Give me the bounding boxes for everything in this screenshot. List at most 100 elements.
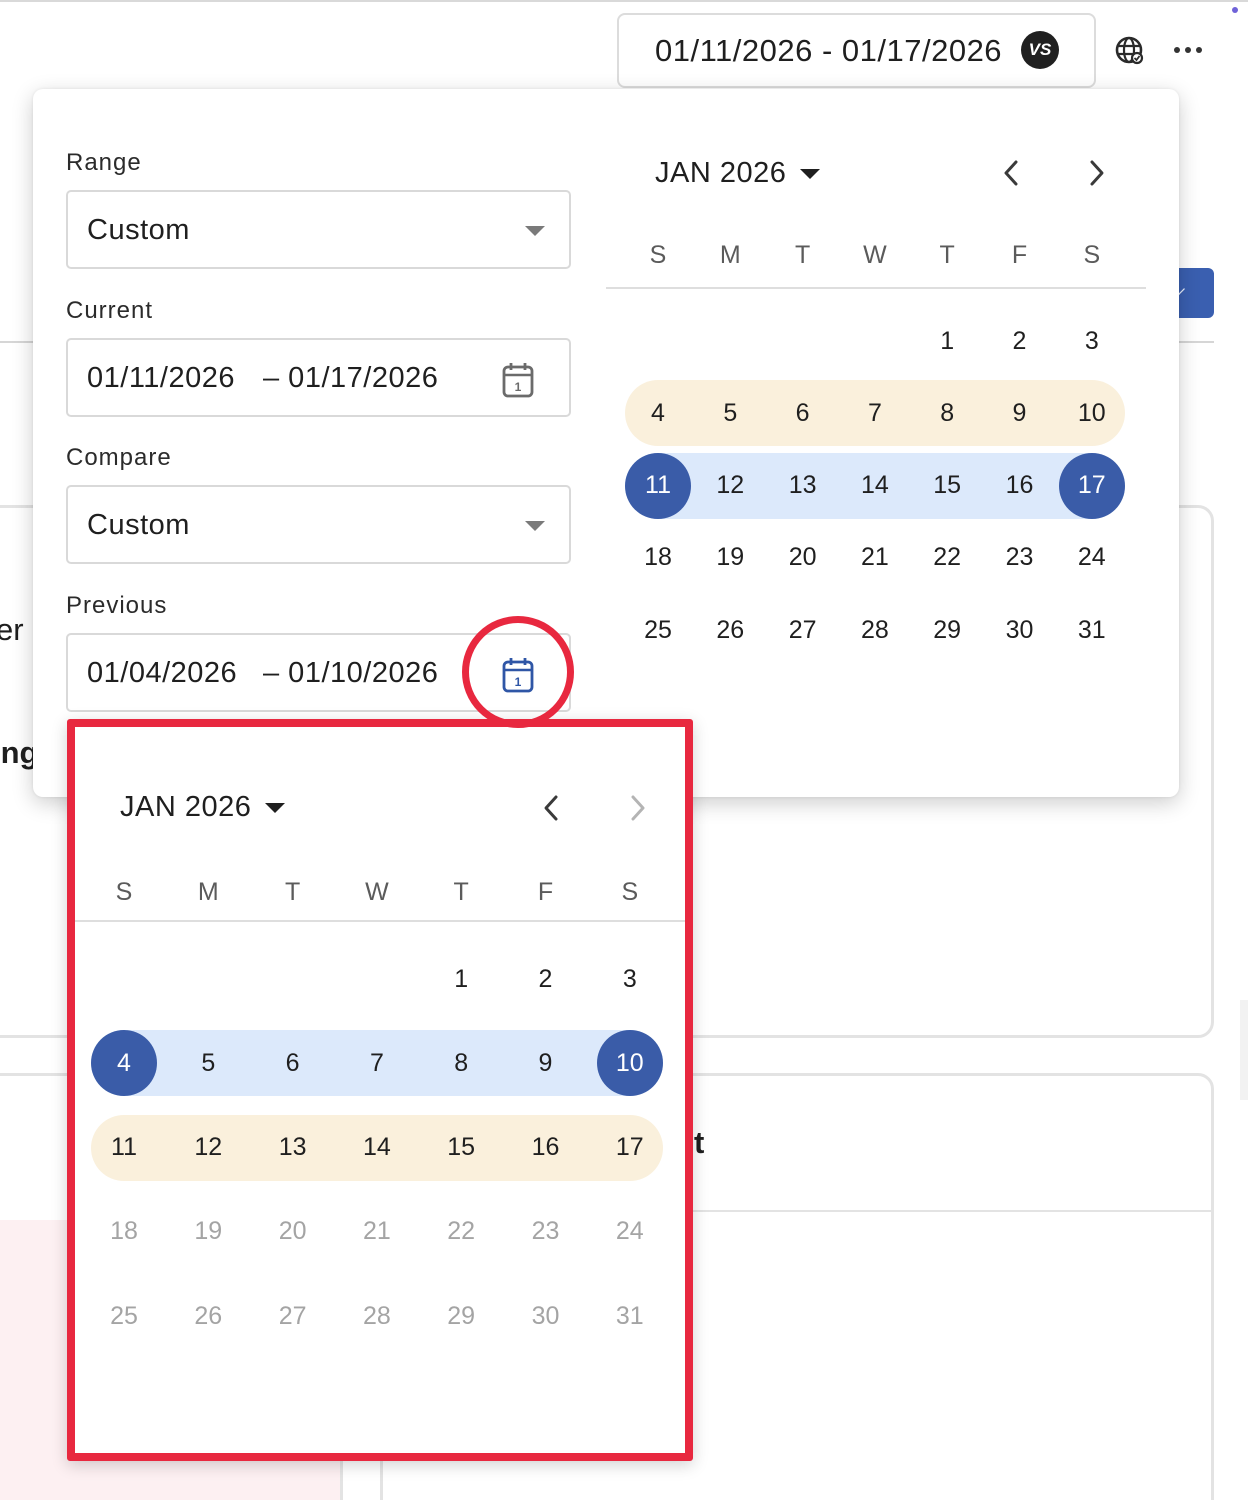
calendar-day[interactable]: 1: [914, 308, 980, 374]
calendar-day[interactable]: 6: [770, 380, 836, 446]
calendar-day[interactable]: 9: [987, 380, 1053, 446]
calendar-day[interactable]: 16: [987, 453, 1053, 519]
calendar-day: 31: [615, 1301, 644, 1330]
calendar-day[interactable]: 3: [597, 946, 663, 1012]
calendar-day[interactable]: 6: [260, 1030, 326, 1096]
date-range-picker-button[interactable]: 01/11/2026 - 01/17/2026 VS: [617, 13, 1096, 88]
month-year-selector[interactable]: JAN 2026: [120, 791, 286, 824]
calendar-day[interactable]: 28: [842, 597, 908, 663]
calendar-divider: [75, 920, 685, 922]
previous-label: Previous: [66, 592, 168, 619]
more-options-icon[interactable]: [1170, 34, 1206, 66]
calendar-day[interactable]: 12: [697, 453, 763, 519]
weekday-header: S: [115, 878, 133, 906]
calendar-day[interactable]: 7: [344, 1030, 410, 1096]
calendar-day[interactable]: 11: [91, 1115, 157, 1181]
calendar-day: 30: [531, 1301, 560, 1330]
calendar-day: 27: [278, 1301, 307, 1330]
weekday-header: T: [453, 878, 469, 906]
calendar-day[interactable]: 4: [91, 1030, 157, 1097]
month-year-label: JAN 2026: [655, 157, 787, 189]
range-select-value: Custom: [87, 214, 190, 246]
calendar-day: 20: [278, 1217, 307, 1246]
calendar-day[interactable]: 7: [842, 380, 908, 446]
calendar-day[interactable]: 4: [625, 380, 691, 446]
weekday-header: T: [794, 241, 811, 269]
weekday-header: T: [939, 241, 955, 269]
caret-down-icon: [265, 802, 286, 813]
next-month-button[interactable]: [1079, 156, 1113, 190]
calendar-day[interactable]: 22: [914, 525, 980, 591]
weekday-header: M: [719, 241, 741, 269]
calendar-day[interactable]: 10: [1059, 380, 1125, 446]
calendar-day[interactable]: 23: [987, 525, 1053, 591]
caret-down-icon: [800, 168, 821, 179]
calendar-day: 19: [194, 1217, 223, 1246]
weekday-header: T: [284, 878, 301, 906]
calendar-day[interactable]: 10: [596, 1030, 663, 1097]
calendar-day[interactable]: 29: [914, 597, 980, 663]
background-text-fragment: er: [0, 612, 24, 647]
calendar-day[interactable]: 19: [697, 525, 763, 591]
calendar-day: 22: [447, 1217, 476, 1246]
current-start-date: 01/11/2026: [87, 362, 235, 394]
compare-select-value: Custom: [87, 509, 190, 541]
calendar-day: 29: [447, 1301, 476, 1330]
calendar-day[interactable]: 14: [344, 1115, 410, 1181]
svg-text:1: 1: [515, 380, 522, 394]
date-range-popover: Range Custom Current 01/11/2026 – 01/17/…: [33, 89, 1179, 797]
calendar-day[interactable]: 13: [260, 1115, 326, 1181]
month-year-label: JAN 2026: [120, 791, 252, 823]
calendar-day[interactable]: 30: [987, 597, 1053, 663]
globe-icon[interactable]: [1112, 33, 1146, 67]
calendar-day[interactable]: 18: [625, 525, 691, 591]
compare-select[interactable]: Custom: [66, 485, 571, 564]
calendar-day[interactable]: 17: [1058, 452, 1125, 519]
calendar-day[interactable]: 17: [597, 1115, 663, 1181]
calendar-day: 18: [110, 1217, 138, 1246]
calendar-day[interactable]: 21: [842, 525, 908, 591]
calendar-day[interactable]: 20: [770, 525, 836, 591]
next-month-button: [620, 791, 654, 825]
calendar-day[interactable]: 24: [1059, 525, 1125, 591]
current-date-field[interactable]: 01/11/2026 – 01/17/2026 1: [66, 338, 571, 417]
calendar-divider: [606, 287, 1146, 289]
weekday-header: S: [649, 241, 667, 269]
date-range-text: 01/11/2026 - 01/17/2026: [655, 33, 1003, 68]
calendar-day[interactable]: 9: [513, 1030, 579, 1096]
calendar-day[interactable]: 15: [914, 453, 980, 519]
calendar-day: 21: [362, 1217, 391, 1246]
calendar-day: 24: [615, 1217, 644, 1246]
calendar-day[interactable]: 16: [513, 1115, 579, 1181]
calendar-day[interactable]: 13: [770, 453, 836, 519]
calendar-day[interactable]: 25: [625, 597, 691, 663]
annotation-highlight-circle: [462, 616, 574, 728]
calendar-day[interactable]: 15: [428, 1115, 494, 1181]
previous-period-calendar: JAN 2026 S M T W T F S 1 2 3 4 5 6 7 8 9 10 11 12 13 14 15 16 1…: [67, 719, 693, 1461]
chevron-down-icon: [525, 521, 545, 531]
notification-dot: [1232, 7, 1238, 13]
calendar-icon[interactable]: 1: [501, 361, 535, 399]
compare-label: Compare: [66, 444, 172, 471]
weekday-header: S: [1083, 241, 1101, 269]
previous-start-date: 01/04/2026: [87, 657, 238, 689]
calendar-day[interactable]: 11: [625, 452, 691, 519]
calendar-day[interactable]: 2: [987, 308, 1053, 374]
calendar-day: 23: [531, 1217, 560, 1246]
month-year-selector[interactable]: JAN 2026: [655, 157, 821, 190]
compare-vs-badge: VS: [1021, 31, 1059, 69]
calendar-day[interactable]: 26: [697, 597, 763, 663]
range-select[interactable]: Custom: [66, 190, 571, 269]
calendar-day[interactable]: 3: [1059, 308, 1125, 374]
calendar-day: 28: [362, 1301, 391, 1330]
weekday-header: S: [621, 878, 639, 906]
prev-month-button[interactable]: [535, 791, 569, 825]
calendar-day[interactable]: 27: [770, 597, 836, 663]
calendar-day: 25: [110, 1301, 138, 1330]
calendar-day[interactable]: 1: [428, 946, 494, 1012]
prev-month-button[interactable]: [995, 156, 1029, 190]
calendar-day[interactable]: 12: [175, 1115, 241, 1181]
calendar-day[interactable]: 2: [513, 946, 579, 1012]
calendar-day[interactable]: 14: [842, 453, 908, 519]
calendar-day[interactable]: 31: [1059, 597, 1125, 663]
